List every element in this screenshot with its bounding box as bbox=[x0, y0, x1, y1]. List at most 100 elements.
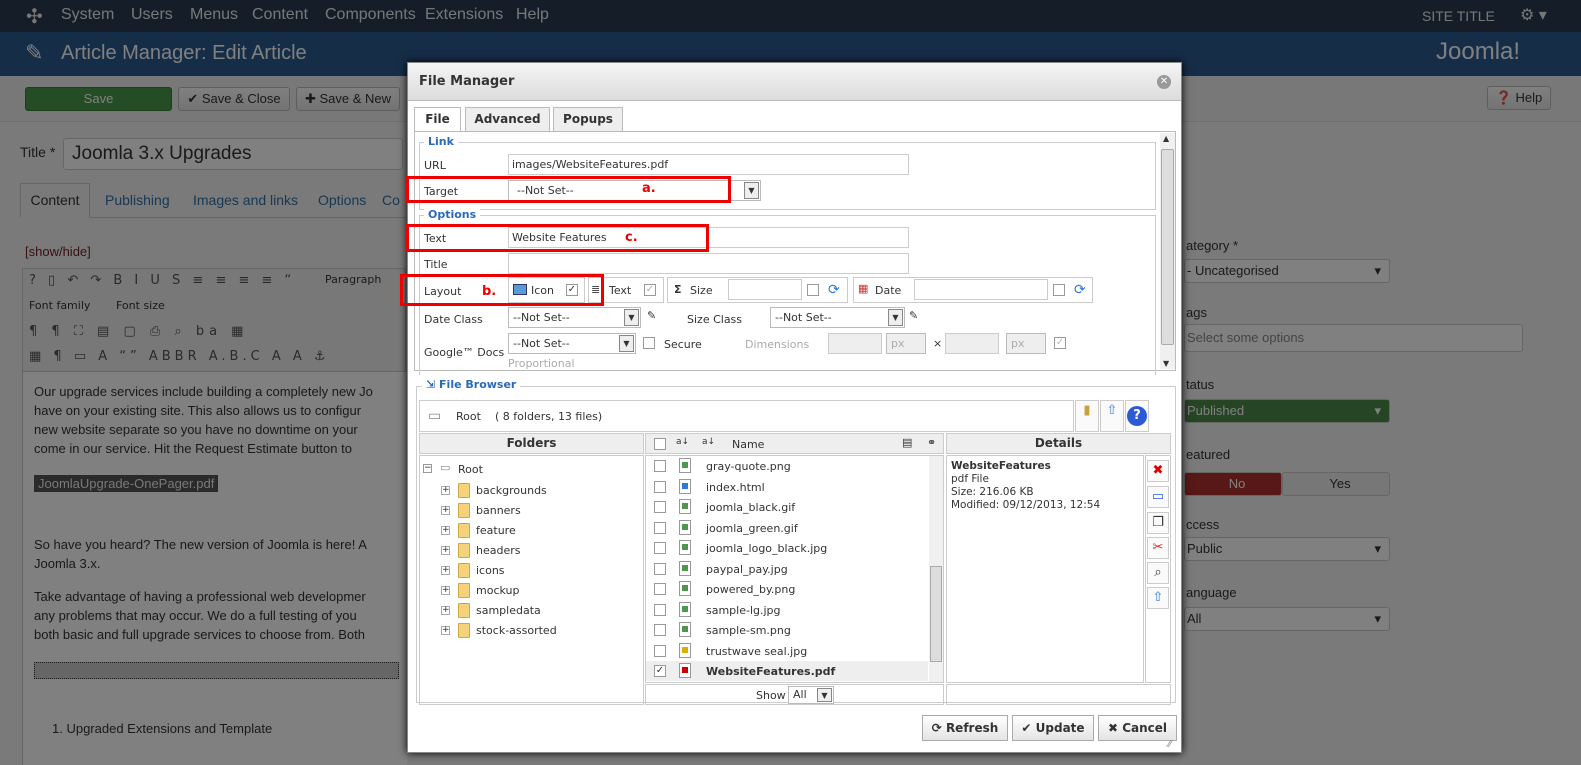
editor-content[interactable]: Our upgrade services include building a … bbox=[22, 372, 407, 765]
tab-popups[interactable]: Popups bbox=[553, 107, 623, 131]
help-icon[interactable]: ? bbox=[1125, 400, 1149, 432]
file-checkbox[interactable] bbox=[654, 521, 666, 534]
expand-icon[interactable]: + bbox=[441, 506, 450, 515]
preview-icon[interactable]: ⌕ bbox=[1147, 562, 1169, 584]
file-row[interactable]: joomla_logo_black.jpg bbox=[646, 538, 928, 558]
select-all-checkbox[interactable] bbox=[654, 438, 666, 450]
nav-users[interactable]: Users bbox=[131, 6, 173, 24]
file-checkbox[interactable]: ✓ bbox=[654, 665, 666, 677]
font-size-select[interactable]: Font size bbox=[116, 299, 165, 312]
file-row[interactable]: sample-lg.jpg bbox=[646, 600, 928, 620]
cut-icon[interactable]: ✂ bbox=[1147, 537, 1169, 559]
file-row[interactable]: powered_by.png bbox=[646, 579, 928, 599]
chevron-down-icon[interactable]: ▼ bbox=[744, 182, 759, 199]
nav-menus[interactable]: Menus bbox=[190, 6, 238, 24]
edit-icon[interactable]: ✎ bbox=[909, 309, 918, 322]
folder-item[interactable]: mockup bbox=[476, 584, 519, 597]
refresh-button[interactable]: ⟳ Refresh bbox=[922, 715, 1008, 741]
file-row[interactable]: trustwave seal.jpg bbox=[646, 641, 928, 661]
rename-icon[interactable]: ▭ bbox=[1147, 486, 1169, 508]
copy-icon[interactable]: ❐ bbox=[1147, 512, 1169, 534]
save-close-button[interactable]: ✔ Save & Close bbox=[178, 87, 290, 111]
nav-help[interactable]: Help bbox=[516, 6, 549, 24]
chevron-down-icon[interactable]: ▼ bbox=[619, 335, 634, 352]
folder-item[interactable]: sampledata bbox=[476, 604, 541, 617]
size-input[interactable] bbox=[728, 279, 802, 300]
nav-system[interactable]: System bbox=[61, 6, 114, 24]
chevron-down-icon[interactable]: ▼ bbox=[817, 688, 832, 702]
nav-extensions[interactable]: Extensions bbox=[425, 6, 503, 24]
folder-item[interactable]: banners bbox=[476, 504, 521, 517]
sort-name-icon[interactable]: a↓ bbox=[702, 437, 715, 447]
tab-images-links[interactable]: Images and links bbox=[193, 192, 298, 208]
sort-az-icon[interactable]: a↓ bbox=[676, 437, 689, 447]
file-checkbox[interactable] bbox=[654, 460, 666, 472]
refresh-icon[interactable]: ⟳ bbox=[1074, 282, 1086, 298]
save-button[interactable]: Save bbox=[25, 87, 172, 111]
editor-buttons-row3-icon[interactable]: ¶ ¶ ⛶ ▤ ▢ ⎙ ⌕ ba ▦ bbox=[29, 324, 248, 339]
file-row[interactable]: index.html bbox=[646, 477, 928, 497]
cancel-button[interactable]: ✖ Cancel bbox=[1098, 715, 1177, 741]
editor-buttons-row4-icon[interactable]: ▦ ¶ ▭ A “” ABBR A.B.C A A ⚓ bbox=[29, 349, 330, 364]
upload-icon[interactable]: ⇧ bbox=[1100, 400, 1124, 432]
file-row[interactable]: ✓ WebsiteFeatures.pdf bbox=[646, 661, 928, 681]
file-checkbox[interactable] bbox=[654, 542, 666, 554]
tab-more[interactable]: Co bbox=[382, 192, 400, 208]
refresh-icon[interactable]: ⟳ bbox=[828, 282, 840, 298]
tags-input[interactable]: Select some options bbox=[1184, 324, 1523, 352]
new-folder-icon[interactable]: ▮ bbox=[1075, 400, 1099, 432]
expand-icon[interactable]: + bbox=[441, 626, 450, 635]
close-icon[interactable]: ✕ bbox=[1157, 75, 1171, 89]
file-row[interactable]: paypal_pay.jpg bbox=[646, 559, 928, 579]
file-checkbox[interactable] bbox=[654, 624, 666, 636]
file-checkbox[interactable] bbox=[654, 501, 666, 513]
nav-content[interactable]: Content bbox=[252, 6, 308, 24]
url-input[interactable]: images/WebsiteFeatures.pdf bbox=[508, 154, 909, 175]
file-list-scrollbar[interactable] bbox=[929, 456, 943, 682]
update-button[interactable]: ✔ Update bbox=[1012, 715, 1094, 741]
insert-icon[interactable]: ⇧ bbox=[1147, 587, 1169, 609]
tree-root[interactable]: Root bbox=[458, 463, 483, 476]
tab-advanced[interactable]: Advanced bbox=[465, 107, 550, 131]
chevron-down-icon[interactable]: ▼ bbox=[888, 309, 903, 326]
featured-no-button[interactable]: No bbox=[1184, 472, 1282, 496]
expand-icon[interactable]: + bbox=[441, 606, 450, 615]
tab-options[interactable]: Options bbox=[318, 192, 366, 208]
file-row[interactable]: gray-quote.png bbox=[646, 456, 928, 476]
file-checkbox[interactable] bbox=[654, 644, 666, 657]
file-row[interactable]: sample-sm.png bbox=[646, 620, 928, 640]
google-docs-select[interactable]: --Not Set-- ▼ bbox=[508, 333, 636, 354]
site-title-link[interactable]: SITE TITLE bbox=[1422, 8, 1495, 24]
layout-text-checkbox[interactable]: ✓ bbox=[644, 284, 656, 296]
file-checkbox[interactable] bbox=[654, 603, 666, 616]
tab-file[interactable]: File bbox=[414, 107, 461, 132]
status-select[interactable]: Published ▾ bbox=[1184, 399, 1390, 423]
tab-publishing[interactable]: Publishing bbox=[105, 192, 170, 208]
font-family-select[interactable]: Font family bbox=[29, 299, 90, 312]
folder-item[interactable]: icons bbox=[476, 564, 505, 577]
show-hide-toggle[interactable]: [show/hide] bbox=[25, 244, 91, 259]
height-input[interactable] bbox=[945, 333, 999, 354]
format-select[interactable]: Paragraph bbox=[325, 273, 381, 286]
expand-icon[interactable]: + bbox=[441, 486, 450, 495]
file-row[interactable]: joomla_black.gif bbox=[646, 497, 928, 517]
edit-icon[interactable]: ✎ bbox=[647, 309, 656, 322]
language-select[interactable]: All ▾ bbox=[1184, 607, 1390, 631]
help-button[interactable]: ❓ Help bbox=[1487, 86, 1551, 110]
folder-item[interactable]: backgrounds bbox=[476, 484, 547, 497]
gear-icon[interactable]: ⚙ ▾ bbox=[1520, 5, 1547, 25]
nav-components[interactable]: Components bbox=[325, 6, 416, 24]
file-checkbox[interactable] bbox=[654, 562, 666, 575]
size-checkbox[interactable] bbox=[807, 284, 819, 296]
tab-content[interactable]: Content bbox=[20, 183, 90, 218]
collapse-icon[interactable]: − bbox=[423, 464, 432, 473]
featured-yes-button[interactable]: Yes bbox=[1282, 472, 1390, 496]
title-input[interactable] bbox=[508, 253, 909, 274]
folder-item[interactable]: headers bbox=[476, 544, 520, 557]
width-unit-select[interactable]: px bbox=[886, 333, 926, 354]
delete-icon[interactable]: ✖ bbox=[1147, 460, 1169, 482]
file-checkbox[interactable] bbox=[654, 480, 666, 493]
category-select[interactable]: - Uncategorised ▾ bbox=[1184, 259, 1390, 283]
size-class-select[interactable]: --Not Set-- ▼ bbox=[770, 307, 905, 328]
path-root[interactable]: Root bbox=[456, 410, 481, 423]
